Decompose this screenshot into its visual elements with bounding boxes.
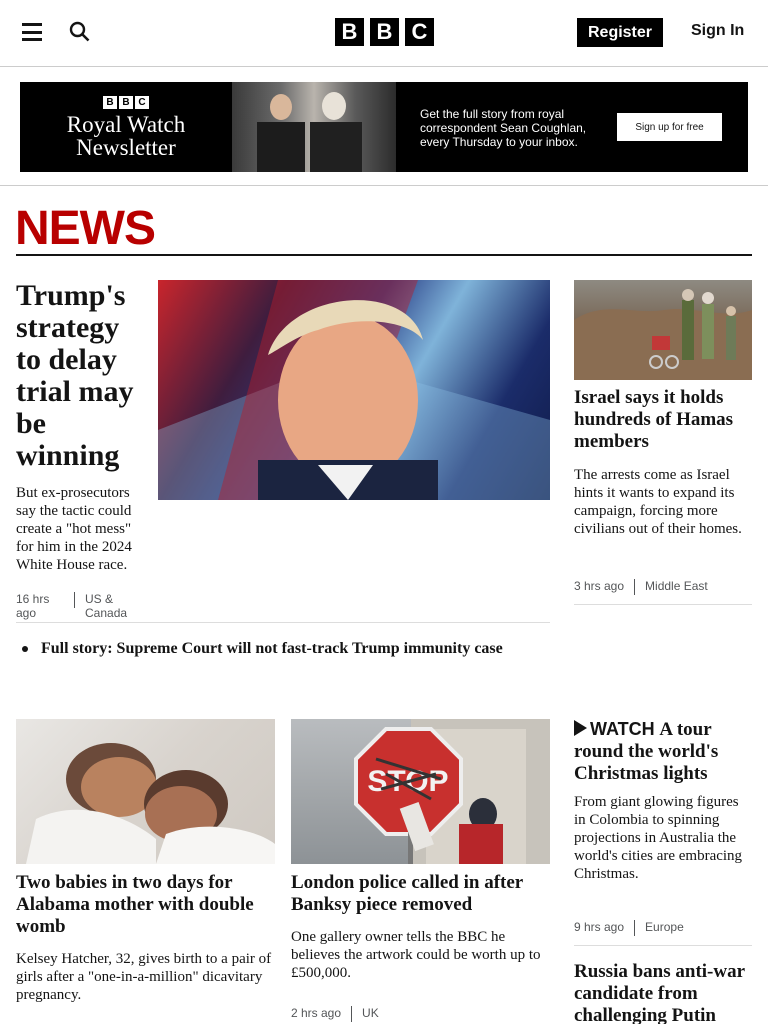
banner-royal-photo — [232, 82, 396, 172]
banksy-headline[interactable]: London police called in after Banksy pie… — [291, 872, 550, 916]
lead-meta: 16 hrs ago US & Canada — [16, 592, 176, 620]
lights-headline-block[interactable]: WATCH A tour round the world's Christmas… — [574, 718, 752, 785]
play-icon — [574, 720, 587, 736]
lights-meta: 9 hrs ago Europe — [574, 920, 684, 936]
israel-time: 3 hrs ago — [574, 579, 625, 594]
babies-headline[interactable]: Two babies in two days for Alabama mothe… — [16, 872, 275, 938]
banner-title-line2: Newsletter — [76, 134, 176, 160]
watch-label: WATCH — [590, 719, 655, 739]
bbc-logo-letter: C — [405, 18, 434, 46]
lead-image[interactable] — [158, 280, 550, 500]
lights-time: 9 hrs ago — [574, 920, 625, 935]
divider — [16, 622, 550, 623]
banksy-meta: 2 hrs ago UK — [291, 1006, 379, 1022]
babies-summary: Kelsey Hatcher, 32, gives birth to a pai… — [16, 951, 272, 1003]
babies-image[interactable] — [16, 719, 275, 864]
bbc-logo[interactable]: B B C — [335, 18, 434, 46]
lights-section-link[interactable]: Europe — [645, 920, 684, 934]
bbc-logo-letter: B — [370, 18, 399, 46]
banksy-summary: One gallery owner tells the BBC he belie… — [291, 929, 541, 981]
divider — [574, 945, 752, 946]
banner-title-line1: Royal Watch — [66, 111, 186, 137]
section-rule — [16, 254, 752, 256]
banksy-image[interactable]: STOP — [291, 719, 550, 864]
israel-section-link[interactable]: Middle East — [645, 579, 708, 593]
lead-summary: But ex-prosecutors say the tactic could … — [16, 485, 132, 573]
bullet-icon — [22, 646, 28, 652]
israel-summary: The arrests come as Israel hints it want… — [574, 467, 742, 537]
newsletter-banner[interactable]: B B C Royal Watch Newsletter Get the ful… — [20, 82, 748, 172]
site-header: B B C Register Sign In — [0, 0, 768, 67]
bbc-mini-logo: B B C — [103, 95, 149, 109]
bbc-logo-letter: B — [335, 18, 364, 46]
mini-logo-letter: B — [103, 95, 117, 109]
mini-logo-letter: B — [119, 95, 133, 109]
israel-image[interactable] — [574, 280, 752, 380]
russia-headline[interactable]: Russia bans anti-war candidate from chal… — [574, 961, 760, 1024]
divider — [0, 185, 768, 186]
banksy-section-link[interactable]: UK — [362, 1006, 379, 1020]
lights-summary: From giant glowing figures in Colombia t… — [574, 794, 743, 882]
divider — [574, 604, 752, 605]
banner-description: Get the full story from royal correspond… — [420, 107, 587, 149]
israel-meta: 3 hrs ago Middle East — [574, 579, 708, 595]
register-button[interactable]: Register — [577, 18, 663, 47]
banner-brand: B B C Royal Watch Newsletter — [20, 82, 232, 172]
signup-button[interactable]: Sign up for free — [617, 113, 722, 141]
israel-headline[interactable]: Israel says it holds hundreds of Hamas m… — [574, 387, 752, 453]
banksy-time: 2 hrs ago — [291, 1006, 342, 1021]
lead-time: 16 hrs ago — [16, 592, 50, 620]
lead-headline[interactable]: Trump's strategy to delay trial may be w… — [16, 280, 151, 472]
menu-icon[interactable] — [22, 23, 42, 41]
section-title[interactable]: NEWS — [15, 204, 156, 254]
related-story-link[interactable]: Full story: Supreme Court will not fast-… — [41, 639, 521, 659]
lead-section-link[interactable]: US & Canada — [85, 592, 135, 620]
mini-logo-letter: C — [135, 95, 149, 109]
search-icon[interactable] — [69, 21, 91, 43]
sign-in-link[interactable]: Sign In — [691, 22, 744, 40]
